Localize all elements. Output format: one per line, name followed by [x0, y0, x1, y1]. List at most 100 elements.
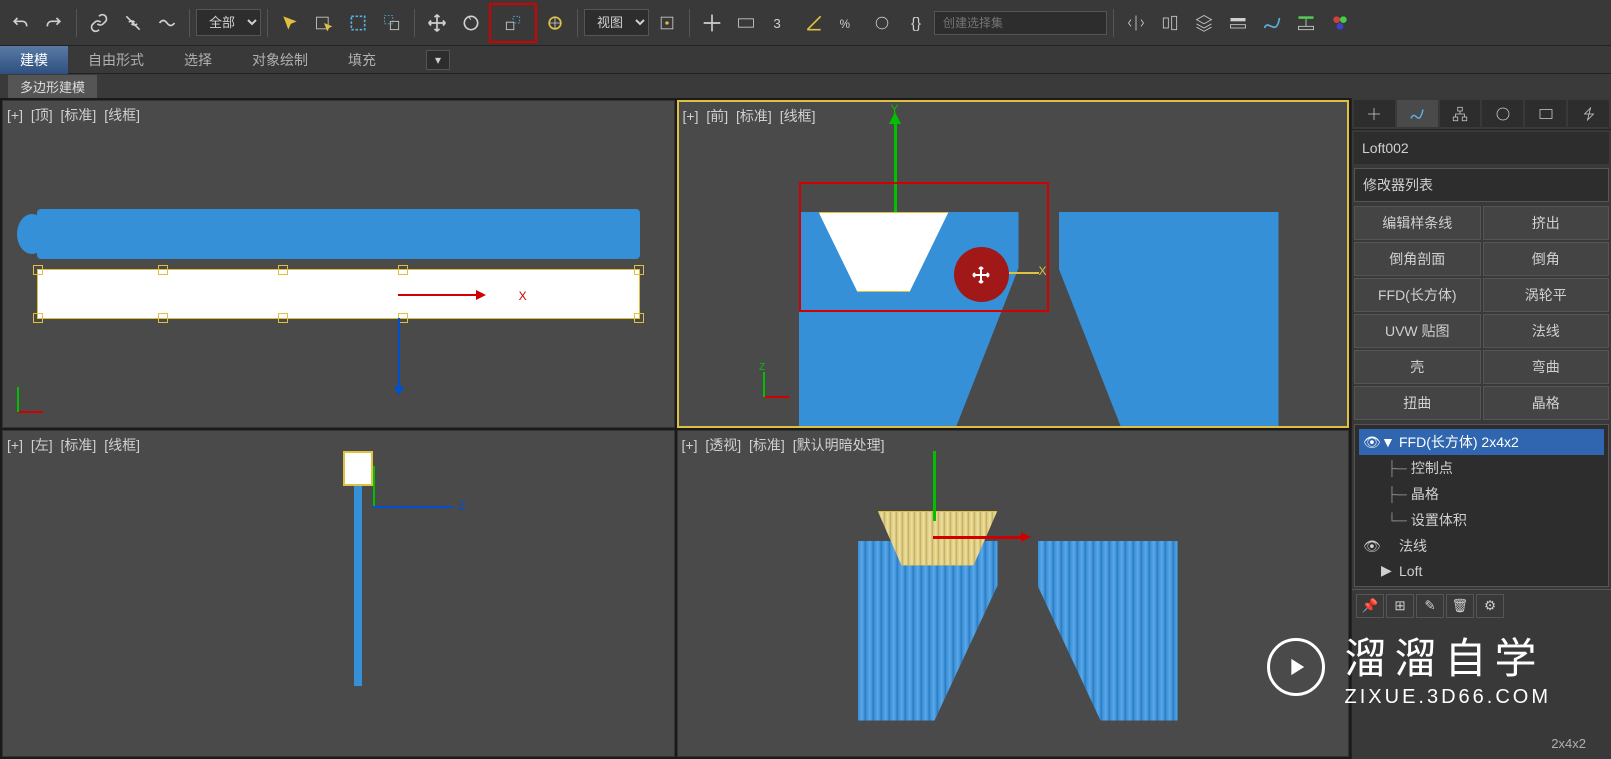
object-name-input[interactable]: [1354, 132, 1609, 164]
stack-item-normals[interactable]: 👁 法线: [1359, 533, 1604, 559]
y-axis-gizmo[interactable]: [398, 318, 400, 388]
eye-icon[interactable]: 👁: [1363, 434, 1377, 451]
mod-btn-uvw-map[interactable]: UVW 贴图: [1354, 314, 1481, 348]
expand-icon[interactable]: ▼: [1381, 434, 1395, 450]
keyboard-shortcut-button[interactable]: [730, 7, 762, 39]
percent-snap-button[interactable]: %: [832, 7, 864, 39]
select-rotate-button[interactable]: [455, 7, 487, 39]
motion-tab[interactable]: [1482, 100, 1523, 127]
show-end-result-button[interactable]: ⊞: [1386, 594, 1414, 618]
create-tab[interactable]: [1354, 100, 1395, 127]
edit-selection-sets-button[interactable]: {}: [900, 7, 932, 39]
configure-sets-button[interactable]: ⚙: [1476, 594, 1504, 618]
undo-button[interactable]: [4, 7, 36, 39]
watermark-title: 溜溜自学: [1345, 625, 1551, 686]
mod-btn-edit-spline[interactable]: 编辑样条线: [1354, 206, 1481, 240]
ribbon-tab-freeform[interactable]: 自由形式: [68, 46, 164, 74]
named-selection-input[interactable]: [934, 11, 1107, 35]
use-pivot-button[interactable]: [651, 7, 683, 39]
layer-manager-button[interactable]: [1188, 7, 1220, 39]
selection-filter-dropdown[interactable]: 全部: [196, 9, 261, 36]
select-scale-button[interactable]: [489, 3, 537, 43]
material-editor-button[interactable]: [1324, 7, 1356, 39]
y-axis-gizmo[interactable]: [933, 451, 936, 521]
z-axis-gizmo[interactable]: [373, 506, 453, 508]
ribbon-tab-object-paint[interactable]: 对象绘制: [232, 46, 328, 74]
align-button[interactable]: [1154, 7, 1186, 39]
mod-btn-chamfer[interactable]: 倒角: [1483, 242, 1610, 276]
eye-icon[interactable]: 👁: [1363, 538, 1377, 555]
viewport-front[interactable]: [+] [前] [标准] [线框] Y X Z: [677, 100, 1350, 428]
mod-btn-twist[interactable]: 扭曲: [1354, 386, 1481, 420]
mod-btn-ffd-box[interactable]: FFD(长方体): [1354, 278, 1481, 312]
x-axis-label: X: [519, 289, 527, 303]
select-move-button[interactable]: [421, 7, 453, 39]
separator: [76, 9, 77, 37]
bind-space-warp-button[interactable]: [151, 7, 183, 39]
link-button[interactable]: [83, 7, 115, 39]
stack-item-loft[interactable]: ▶ Loft: [1359, 559, 1604, 582]
stack-item-set-volume[interactable]: └─设置体积: [1359, 507, 1604, 533]
select-object-button[interactable]: [274, 7, 306, 39]
svg-text:{}: {}: [911, 15, 921, 32]
modify-tab[interactable]: [1397, 100, 1438, 127]
snap-toggle-button[interactable]: 3: [764, 7, 796, 39]
mod-btn-bevel-profile[interactable]: 倒角剖面: [1354, 242, 1481, 276]
valance-side-shape[interactable]: [343, 451, 373, 486]
mirror-button[interactable]: [1120, 7, 1152, 39]
window-crossing-button[interactable]: [376, 7, 408, 39]
sub-ribbon-polygon-modeling[interactable]: 多边形建模: [8, 75, 97, 98]
pin-stack-button[interactable]: 📌: [1356, 594, 1384, 618]
viewport-top[interactable]: [+] [顶] [标准] [线框]: [2, 100, 675, 428]
toggle-ribbon-button[interactable]: [1222, 7, 1254, 39]
svg-text:%: %: [840, 18, 850, 31]
viewport-persp-label[interactable]: [+] [透视] [标准] [默认明暗处理]: [682, 435, 889, 455]
hierarchy-tab[interactable]: [1440, 100, 1481, 127]
x-axis-gizmo[interactable]: [398, 294, 478, 296]
schematic-view-button[interactable]: [1290, 7, 1322, 39]
redo-button[interactable]: [38, 7, 70, 39]
mod-btn-shell[interactable]: 壳: [1354, 350, 1481, 384]
expand-icon[interactable]: ▶: [1381, 562, 1395, 579]
make-unique-button[interactable]: ✎: [1416, 594, 1444, 618]
stack-item-ffd[interactable]: 👁 ▼ FFD(长方体) 2x4x2: [1359, 429, 1604, 455]
mod-btn-normal[interactable]: 法线: [1483, 314, 1610, 348]
mod-btn-bend[interactable]: 弯曲: [1483, 350, 1610, 384]
command-panel-tabs: [1352, 98, 1611, 130]
stack-item-lattice[interactable]: ├─晶格: [1359, 481, 1604, 507]
unlink-button[interactable]: [117, 7, 149, 39]
mod-btn-extrude[interactable]: 挤出: [1483, 206, 1610, 240]
viewport-top-label[interactable]: [+] [顶] [标准] [线框]: [7, 105, 144, 125]
display-tab[interactable]: [1525, 100, 1566, 127]
spinner-snap-button[interactable]: [866, 7, 898, 39]
y-axis-gizmo[interactable]: [373, 466, 375, 506]
rect-select-button[interactable]: [342, 7, 374, 39]
ribbon-expand-button[interactable]: ▾: [426, 50, 450, 70]
ribbon-tab-populate[interactable]: 填充: [328, 46, 396, 74]
remove-modifier-button[interactable]: 🗑: [1446, 594, 1474, 618]
viewport-perspective[interactable]: [+] [透视] [标准] [默认明暗处理]: [677, 430, 1350, 758]
select-manipulate-button[interactable]: [696, 7, 728, 39]
viewport-left-label[interactable]: [+] [左] [标准] [线框]: [7, 435, 144, 455]
modifier-list-dropdown[interactable]: 修改器列表: [1354, 168, 1609, 202]
ribbon-tab-modeling[interactable]: 建模: [0, 46, 68, 74]
mod-btn-lattice[interactable]: 晶格: [1483, 386, 1610, 420]
viewport-top-content: X: [37, 209, 640, 319]
curve-editor-button[interactable]: [1256, 7, 1288, 39]
viewport-left[interactable]: [+] [左] [标准] [线框] Z: [2, 430, 675, 758]
loft-bar-shape[interactable]: X: [37, 269, 640, 319]
utilities-tab[interactable]: [1568, 100, 1609, 127]
viewport-front-label[interactable]: [+] [前] [标准] [线框]: [683, 106, 820, 126]
select-place-button[interactable]: [539, 7, 571, 39]
curtain-top-shape: [37, 209, 640, 259]
x-axis-gizmo[interactable]: [933, 536, 1023, 539]
mod-btn-turbosmooth[interactable]: 涡轮平: [1483, 278, 1610, 312]
modifier-stack-list[interactable]: 👁 ▼ FFD(长方体) 2x4x2 ├─控制点 ├─晶格 └─设置体积 👁 法…: [1354, 424, 1609, 587]
select-by-name-button[interactable]: [308, 7, 340, 39]
angle-snap-button[interactable]: [798, 7, 830, 39]
axis-tripod-icon: Z: [759, 362, 799, 402]
ribbon-tab-selection[interactable]: 选择: [164, 46, 232, 74]
ref-coord-dropdown[interactable]: 视图: [584, 9, 649, 36]
stack-item-control-points[interactable]: ├─控制点: [1359, 455, 1604, 481]
highlight-box: [799, 182, 1049, 312]
